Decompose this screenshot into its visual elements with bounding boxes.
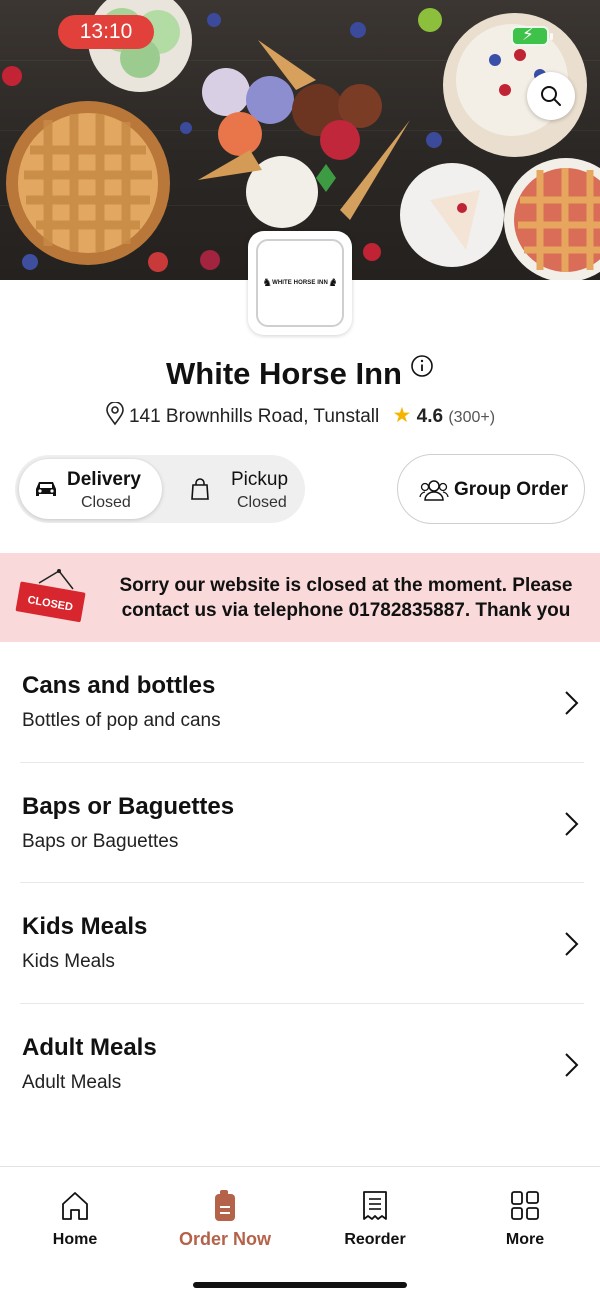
address-text: 141 Brownhills Road, Tunstall: [128, 406, 380, 427]
receipt-icon: [363, 1191, 387, 1220]
chevron-right-icon: [565, 691, 579, 715]
group-icon: [419, 480, 449, 501]
closed-notice-banner: CLOSED Sorry our website is closed at th…: [0, 553, 600, 642]
restaurant-name: White Horse Inn: [0, 350, 600, 392]
nav-label: Order Now: [178, 1229, 271, 1249]
home-icon: [62, 1192, 88, 1220]
chevron-right-icon: [565, 811, 579, 836]
bottom-navigation: Home Order Now Reorder More: [0, 1166, 600, 1298]
menu-category-list: Cans and bottles Bottles of pop and cans…: [0, 642, 600, 1124]
delivery-status: Closed: [81, 494, 131, 511]
category-item-adult-meals[interactable]: Adult Meals Adult Meals: [0, 1004, 600, 1125]
nav-item-order-now[interactable]: Order Now: [150, 1189, 300, 1250]
category-item-baps-or-baguettes[interactable]: Baps or Baguettes Baps or Baguettes: [0, 763, 600, 883]
group-order-label: Group Order: [454, 479, 569, 500]
category-description: Bottles of pop and cans: [22, 710, 221, 731]
horse-icon: ♞: [327, 277, 338, 289]
location-pin-icon: [105, 401, 125, 432]
restaurant-name-text: White Horse Inn: [166, 356, 402, 391]
order-now-icon: [215, 1190, 235, 1221]
nav-item-home[interactable]: Home: [0, 1189, 150, 1249]
delivery-option[interactable]: Delivery Closed: [19, 459, 162, 519]
nav-item-more[interactable]: More: [450, 1189, 600, 1249]
logo-text: WHITE HORSE INN: [272, 280, 328, 286]
shopping-bag-icon: [191, 478, 209, 500]
category-description: Baps or Baguettes: [22, 830, 179, 852]
search-icon: [541, 86, 561, 106]
category-title: Baps or Baguettes: [22, 792, 235, 820]
nav-label: Reorder: [344, 1231, 406, 1248]
battery-icon: ⚡: [511, 25, 553, 46]
pickup-status: Closed: [237, 494, 287, 511]
search-button[interactable]: [527, 72, 575, 120]
category-title: Cans and bottles: [22, 672, 216, 699]
chevron-right-icon: [565, 1052, 579, 1077]
car-icon: [36, 482, 56, 496]
category-description: Kids Meals: [22, 951, 115, 972]
category-title: Kids Meals: [22, 913, 148, 940]
status-time: 13:10: [58, 15, 154, 49]
home-indicator: [193, 1282, 407, 1288]
category-item-cans-and-bottles[interactable]: Cans and bottles Bottles of pop and cans: [0, 642, 600, 763]
address-rating-line: 141 Brownhills Road, Tunstall ★ 4.6 (300…: [0, 401, 600, 432]
star-icon: ★: [392, 404, 412, 427]
horse-icon: ♞: [262, 277, 273, 289]
nav-label: Home: [52, 1231, 98, 1248]
closed-message: Sorry our website is closed at the momen…: [119, 575, 573, 621]
nav-item-reorder[interactable]: Reorder: [300, 1189, 450, 1249]
chevron-right-icon: [565, 932, 579, 956]
rating-value: 4.6: [416, 406, 444, 427]
category-description: Adult Meals: [22, 1071, 122, 1093]
grid-icon: [511, 1191, 539, 1220]
order-mode-toggle: Delivery Closed Pickup Closed: [15, 455, 305, 523]
rating-count: (300+): [448, 409, 496, 426]
restaurant-logo: ♞ WHITE HORSE INN ♞: [248, 231, 352, 335]
delivery-label: Delivery: [67, 469, 141, 490]
info-icon[interactable]: [410, 350, 434, 386]
pickup-label: Pickup: [231, 469, 289, 490]
group-order-button[interactable]: Group Order: [397, 454, 585, 524]
closed-sign-icon: CLOSED: [15, 569, 86, 623]
category-item-kids-meals[interactable]: Kids Meals Kids Meals: [0, 883, 600, 1004]
category-title: Adult Meals: [22, 1033, 157, 1061]
nav-label: More: [505, 1231, 545, 1248]
pickup-option[interactable]: Pickup Closed: [175, 459, 301, 519]
